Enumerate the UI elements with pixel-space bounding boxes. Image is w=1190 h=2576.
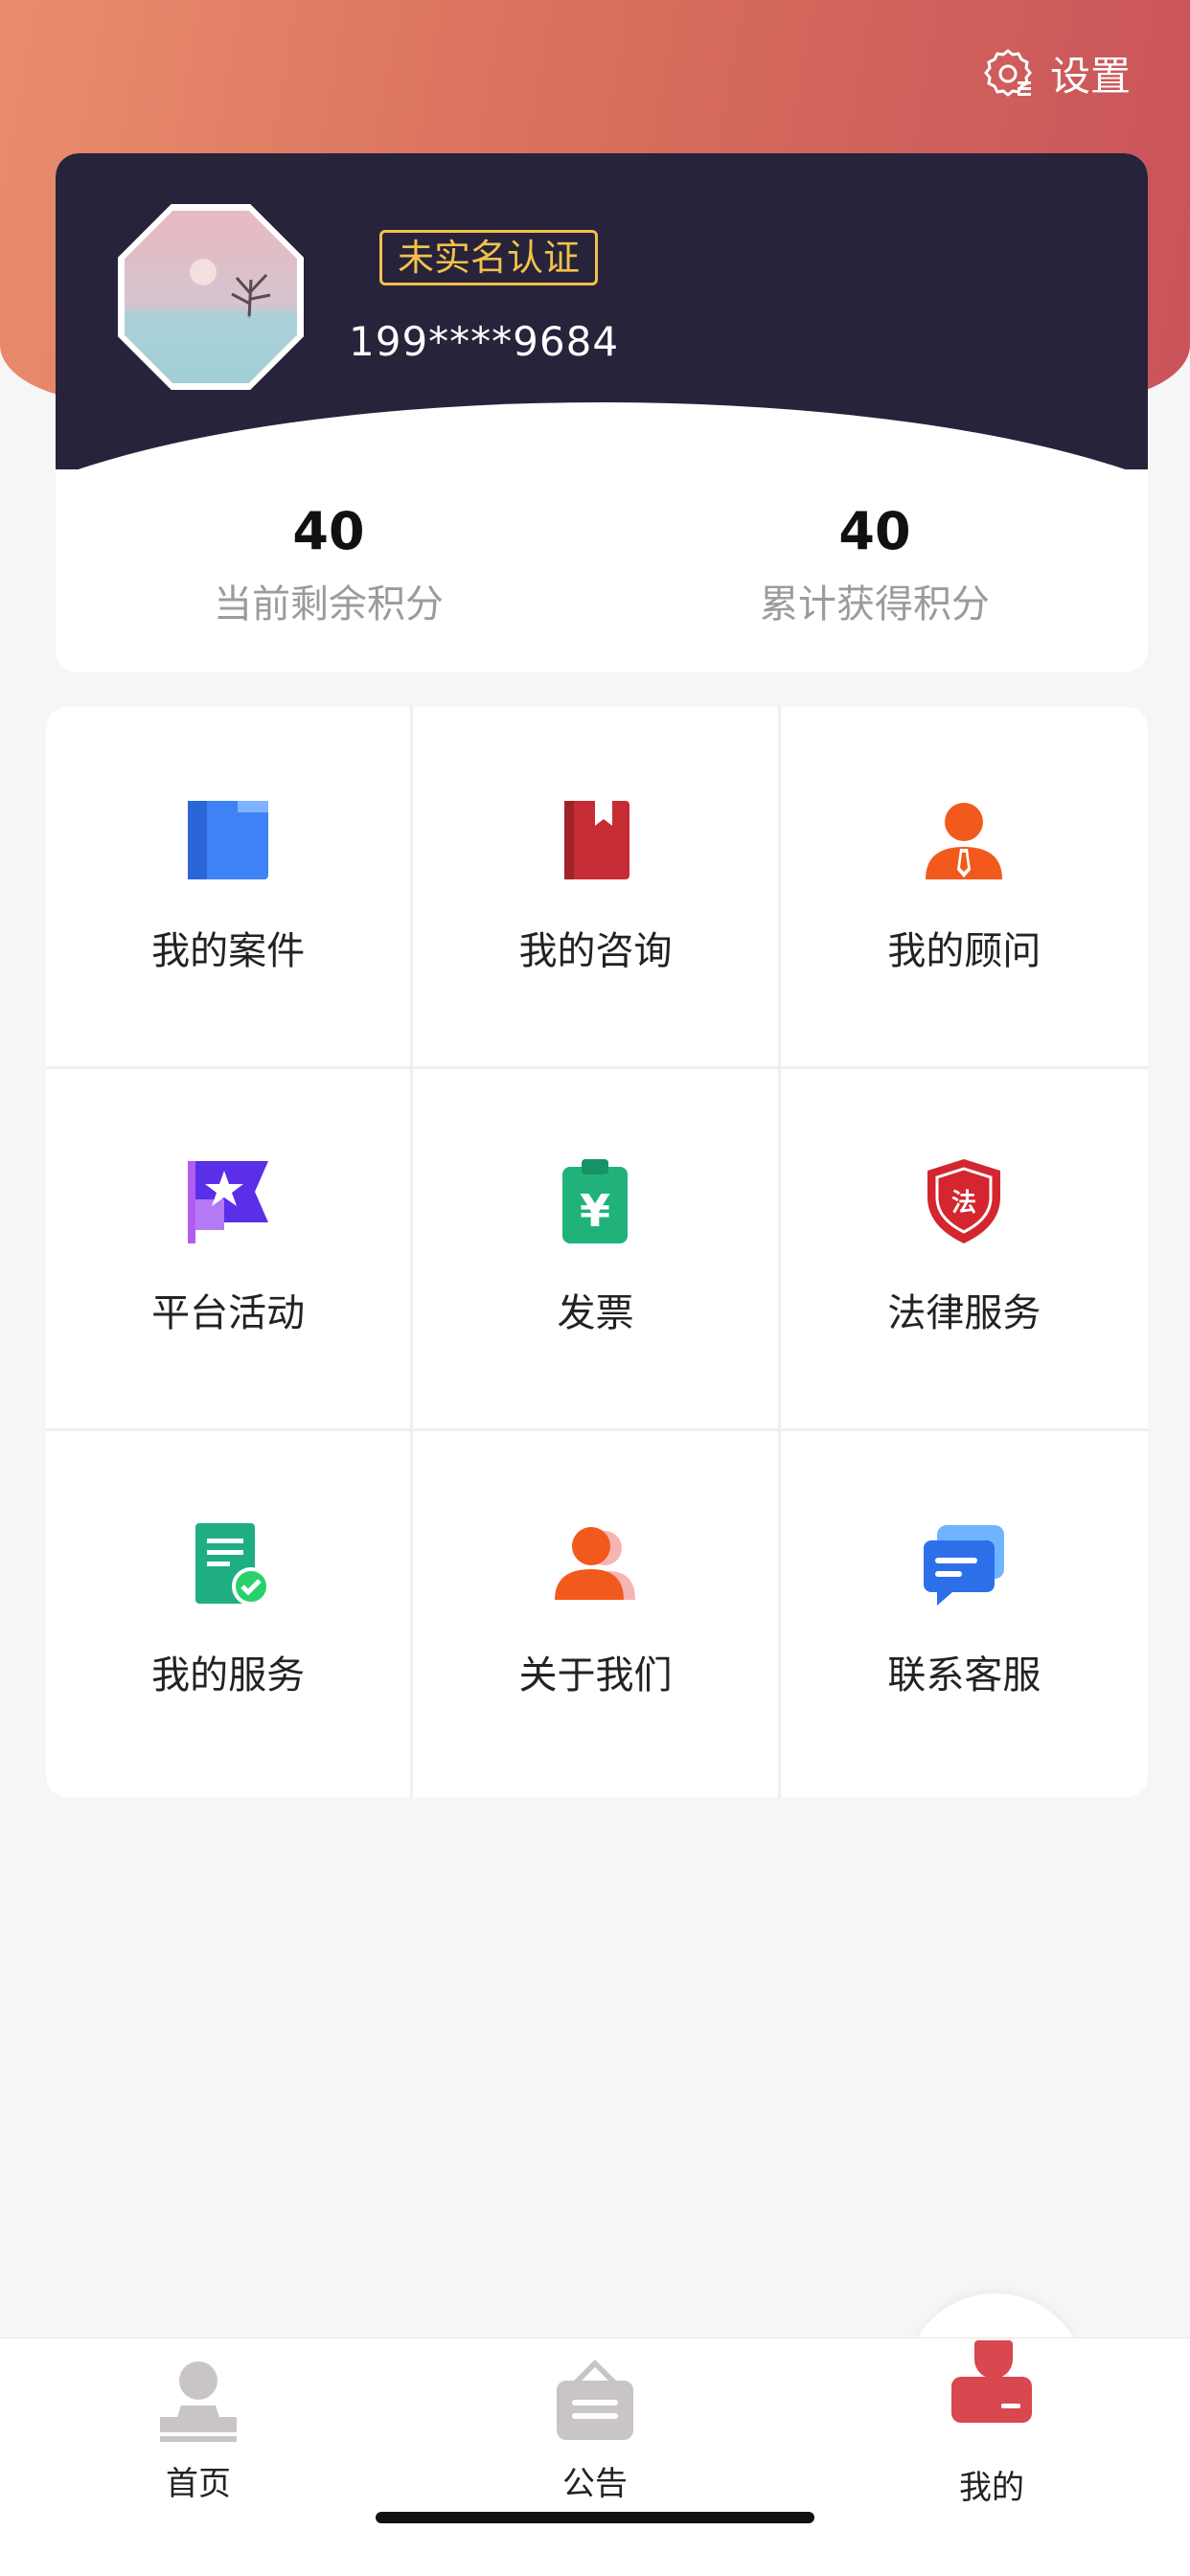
current-points-value: 40 xyxy=(292,501,365,561)
folder-icon xyxy=(182,793,274,885)
menu-item-platform-activity[interactable]: 平台活动 xyxy=(46,1069,414,1431)
total-points-label: 累计获得积分 xyxy=(760,582,990,627)
menu-item-label: 法律服务 xyxy=(887,1291,1041,1335)
menu-item-label: 我的服务 xyxy=(151,1653,306,1698)
avatar[interactable] xyxy=(117,203,305,391)
menu-item-label: 我的案件 xyxy=(151,929,306,973)
people-icon xyxy=(549,1517,641,1609)
total-points[interactable]: 40 累计获得积分 xyxy=(602,498,1148,628)
tab-home[interactable]: 首页 xyxy=(0,2338,397,2530)
menu-grid: 我的案件 我的咨询 我的顾问 平台活动 ¥ 发票 法 法律服务 我的服务 关于我… xyxy=(46,707,1148,1797)
advisor-icon xyxy=(918,793,1010,885)
home-stamp-icon xyxy=(160,2361,237,2442)
menu-item-label: 联系客服 xyxy=(887,1653,1041,1698)
tab-notice[interactable]: 公告 xyxy=(397,2338,793,2530)
menu-item-label: 发票 xyxy=(557,1291,634,1335)
menu-item-about-us[interactable]: 关于我们 xyxy=(413,1431,781,1797)
tab-mine-label: 我的 xyxy=(959,2469,1024,2507)
current-points-label: 当前剩余积分 xyxy=(214,582,444,627)
settings-button[interactable]: 设置 xyxy=(979,44,1131,103)
menu-item-my-advisor[interactable]: 我的顾问 xyxy=(780,707,1148,1069)
tab-notice-label: 公告 xyxy=(562,2465,628,2503)
verification-badge[interactable]: 未实名认证 xyxy=(379,230,599,285)
settings-label: 设置 xyxy=(1049,53,1131,100)
menu-item-label: 关于我们 xyxy=(518,1653,673,1698)
service-doc-icon xyxy=(182,1517,274,1609)
notice-icon xyxy=(557,2359,633,2440)
flag-star-icon xyxy=(182,1155,274,1247)
yen-glyph: ¥ xyxy=(580,1185,610,1237)
invoice-icon: ¥ xyxy=(549,1155,641,1247)
tab-home-label: 首页 xyxy=(166,2465,231,2503)
current-points[interactable]: 40 当前剩余积分 xyxy=(56,498,602,628)
menu-item-label: 平台活动 xyxy=(151,1291,306,1335)
menu-item-contact-service[interactable]: 联系客服 xyxy=(781,1431,1148,1797)
menu-item-label: 我的顾问 xyxy=(887,929,1041,973)
menu-item-legal-service[interactable]: 法 法律服务 xyxy=(780,1069,1148,1431)
profile-icon xyxy=(951,2340,1032,2423)
law-glyph: 法 xyxy=(951,1189,976,1218)
gear-icon xyxy=(984,48,1032,97)
home-indicator[interactable] xyxy=(376,2512,814,2523)
menu-item-invoice[interactable]: ¥ 发票 xyxy=(413,1069,781,1431)
total-points-value: 40 xyxy=(838,501,911,561)
menu-item-label: 我的咨询 xyxy=(518,929,673,973)
chat-icon xyxy=(918,1517,1010,1609)
tab-mine[interactable]: 我的 xyxy=(793,2338,1190,2530)
profile-card: 未实名认证 199****9684 40 当前剩余积分 40 累计获得积分 xyxy=(56,153,1148,672)
menu-item-my-consultation[interactable]: 我的咨询 xyxy=(413,707,781,1069)
law-shield-icon: 法 xyxy=(918,1155,1010,1247)
phone-number: 199****9684 xyxy=(349,318,620,365)
tab-bar: 首页 公告 我的 xyxy=(0,2337,1190,2576)
menu-item-my-service[interactable]: 我的服务 xyxy=(46,1431,414,1797)
points-summary: 40 当前剩余积分 40 累计获得积分 xyxy=(56,498,1148,628)
menu-item-my-cases[interactable]: 我的案件 xyxy=(46,707,414,1069)
notebook-icon xyxy=(549,793,641,885)
